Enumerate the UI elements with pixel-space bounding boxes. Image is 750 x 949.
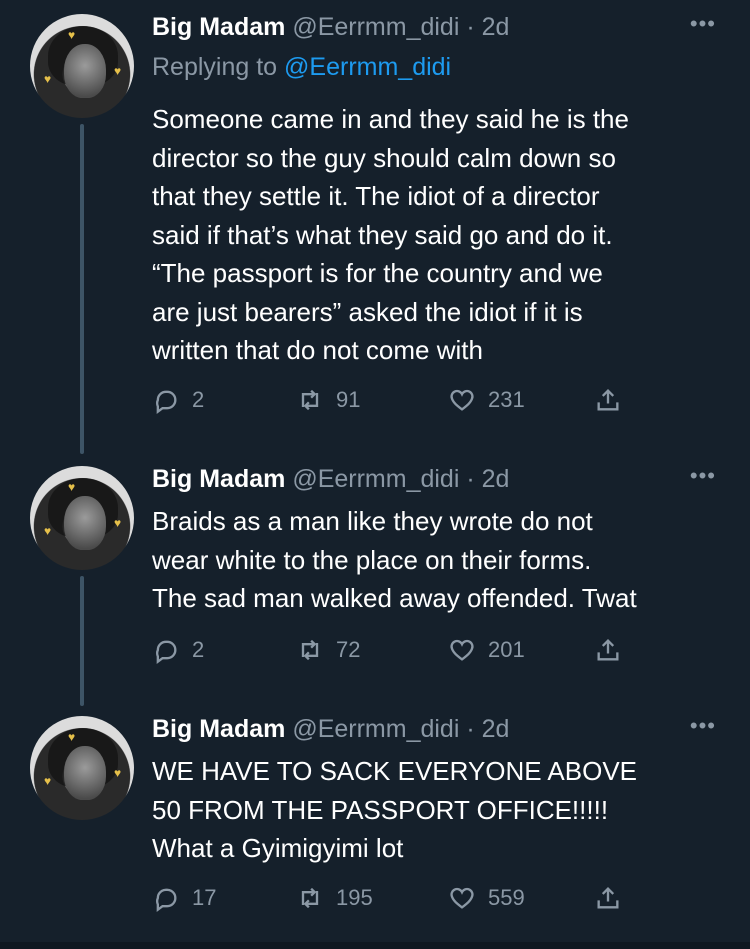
tweet-text-line: said if that’s what they said go and do … (152, 219, 613, 250)
replying-to: Replying to @Eerrmm_didi (152, 52, 451, 82)
retweet-button[interactable]: 91 (296, 382, 360, 418)
tweet[interactable]: ♥ ♥ ♥ Big Madam @Eerrmm_didi · 2d ••• Br… (0, 452, 750, 702)
like-button[interactable]: 231 (448, 382, 525, 418)
retweet-button[interactable]: 195 (296, 880, 373, 916)
tweet-text-line: written that do not come with (152, 335, 483, 365)
bottom-divider (0, 942, 750, 949)
handle-and-time[interactable]: @Eerrmm_didi · 2d (292, 715, 509, 743)
like-count: 201 (488, 637, 525, 662)
like-button[interactable]: 201 (448, 632, 525, 668)
like-count: 231 (488, 387, 525, 412)
more-options-icon[interactable]: ••• (690, 465, 716, 487)
heart-decoration-icon: ♥ (44, 774, 52, 788)
tweet-text-line: are just bearers” asked the idiot if it … (152, 296, 583, 327)
share-icon (597, 639, 619, 661)
more-options-icon[interactable]: ••• (690, 13, 716, 35)
share-button[interactable] (594, 880, 622, 916)
reply-icon (156, 390, 177, 414)
replying-to-label: Replying to (152, 53, 285, 81)
tweet-text: WE HAVE TO SACK EVERYONE ABOVE 50 FROM T… (152, 752, 722, 868)
reply-count: 17 (192, 885, 217, 910)
heart-decoration-icon: ♥ (114, 766, 122, 780)
reply-button[interactable]: 2 (152, 632, 204, 668)
tweet-text: Someone came in and they said he is the … (152, 100, 722, 370)
avatar-face (64, 44, 106, 98)
avatar[interactable]: ♥ ♥ ♥ (30, 716, 134, 820)
heart-decoration-icon: ♥ (44, 72, 52, 86)
retweet-button[interactable]: 72 (296, 632, 360, 668)
tweet-header: Big Madam @Eerrmm_didi · 2d (152, 714, 509, 744)
display-name[interactable]: Big Madam (152, 465, 285, 493)
more-options-icon[interactable]: ••• (690, 715, 716, 737)
handle-and-time[interactable]: @Eerrmm_didi · 2d (292, 13, 509, 41)
tweet-header: Big Madam @Eerrmm_didi · 2d (152, 464, 509, 494)
share-icon (597, 887, 619, 909)
avatar-face (64, 496, 106, 550)
tweet-text: Braids as a man like they wrote do not w… (152, 502, 722, 618)
tweet-text-line: director so the guy should calm down so (152, 142, 616, 173)
tweet-header: Big Madam @Eerrmm_didi · 2d (152, 12, 509, 42)
tweet-actions: 2 72 201 (152, 632, 652, 668)
reply-count: 2 (192, 387, 205, 412)
retweet-icon (301, 639, 319, 661)
like-count: 559 (488, 885, 525, 910)
heart-icon (450, 389, 474, 411)
retweet-count: 195 (336, 885, 373, 910)
tweet-text-line: Braids as a man like they wrote do not (152, 506, 593, 536)
avatar[interactable]: ♥ ♥ ♥ (30, 14, 134, 118)
replying-to-mention[interactable]: @Eerrmm_didi (284, 53, 451, 81)
display-name[interactable]: Big Madam (152, 715, 285, 743)
heart-icon (450, 887, 474, 909)
tweet-text-line: that they settle it. The idiot of a dire… (152, 181, 600, 211)
retweet-count: 91 (336, 387, 361, 412)
reply-count: 2 (192, 637, 205, 662)
like-button[interactable]: 559 (448, 880, 525, 916)
share-button[interactable] (594, 632, 622, 668)
retweet-icon (301, 887, 319, 909)
tweet-actions: 2 91 231 (152, 382, 652, 418)
reply-icon (156, 640, 177, 664)
reply-icon (156, 888, 177, 912)
tweet-text-line: wear white to the place on their forms. (152, 544, 592, 575)
avatar-face (64, 746, 106, 800)
share-icon (597, 389, 619, 411)
heart-decoration-icon: ♥ (68, 28, 76, 42)
tweet-thread: ♥ ♥ ♥ Big Madam @Eerrmm_didi · 2d ••• Re… (0, 0, 750, 949)
tweet-text-line: “The passport is for the country and we (152, 258, 603, 288)
tweet[interactable]: ♥ ♥ ♥ Big Madam @Eerrmm_didi · 2d ••• WE… (0, 702, 750, 942)
tweet[interactable]: ♥ ♥ ♥ Big Madam @Eerrmm_didi · 2d ••• Re… (0, 0, 750, 452)
heart-decoration-icon: ♥ (68, 730, 76, 744)
reply-button[interactable]: 2 (152, 382, 204, 418)
reply-button[interactable]: 17 (152, 880, 216, 916)
tweet-actions: 17 195 559 (152, 880, 652, 916)
tweet-text-line: What a Gyimigyimi lot (152, 833, 404, 863)
tweet-text-line: The sad man walked away offended. Twat (152, 583, 637, 613)
share-button[interactable] (594, 382, 622, 418)
heart-icon (450, 639, 474, 661)
tweet-text-line: 50 FROM THE PASSPORT OFFICE!!!!! (152, 794, 609, 825)
handle-and-time[interactable]: @Eerrmm_didi · 2d (292, 465, 509, 493)
retweet-count: 72 (336, 637, 361, 662)
tweet-text-line: Someone came in and they said he is the (152, 104, 629, 134)
display-name[interactable]: Big Madam (152, 13, 285, 41)
heart-decoration-icon: ♥ (44, 524, 52, 538)
tweet-text-line: WE HAVE TO SACK EVERYONE ABOVE (152, 756, 638, 786)
heart-decoration-icon: ♥ (114, 64, 122, 78)
retweet-icon (301, 389, 319, 411)
heart-decoration-icon: ♥ (68, 480, 76, 494)
avatar[interactable]: ♥ ♥ ♥ (30, 466, 134, 570)
heart-decoration-icon: ♥ (114, 516, 122, 530)
